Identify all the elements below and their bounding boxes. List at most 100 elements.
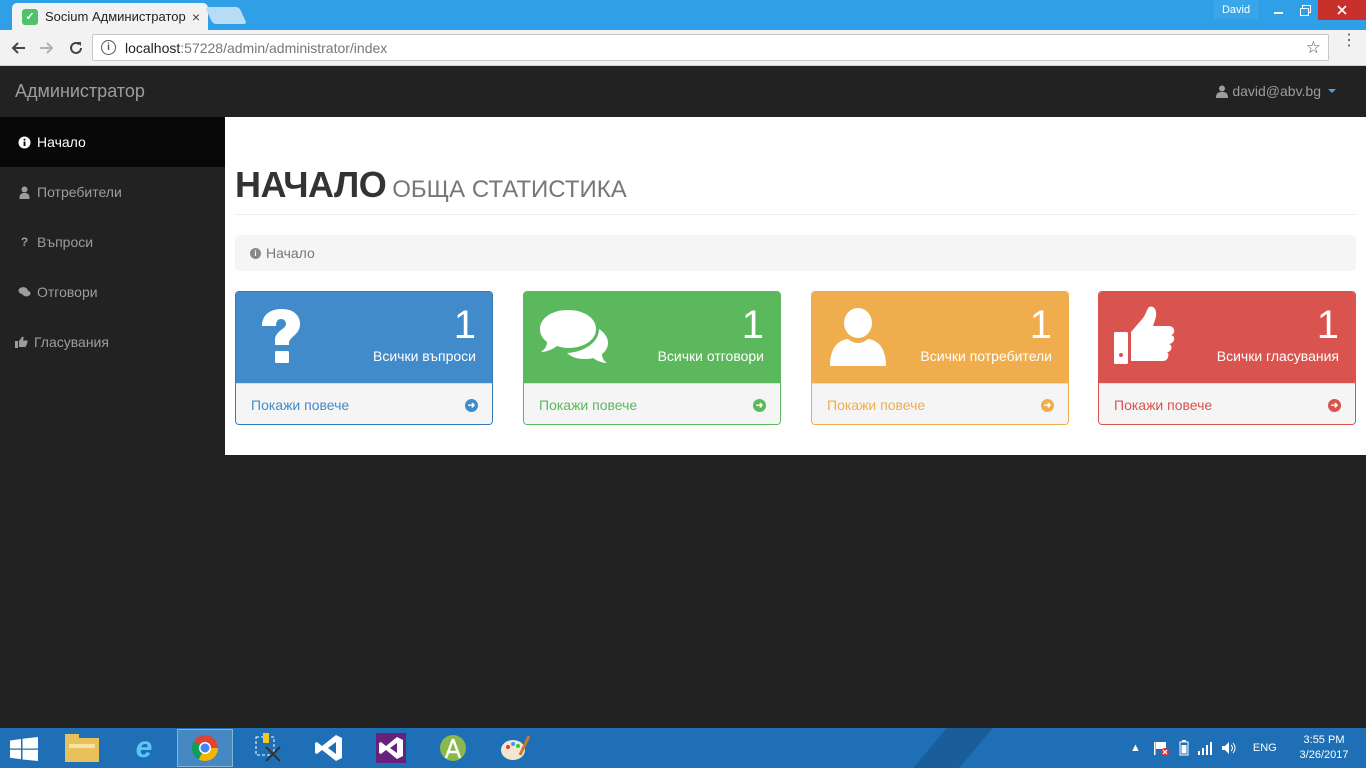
sidebar-item-answers[interactable]: Отговори bbox=[0, 267, 225, 317]
browser-tab[interactable]: ✓ Socium Администратор × bbox=[12, 3, 208, 30]
question-icon: ? bbox=[20, 235, 29, 249]
sidebar-item-users[interactable]: Потребители bbox=[0, 167, 225, 217]
panel-heading: 1 Всички гласувания bbox=[1099, 292, 1355, 383]
app-navbar: Администратор david@abv.bg bbox=[0, 66, 1366, 117]
taskbar-vscode[interactable] bbox=[301, 729, 357, 767]
show-more-label: Покажи повече bbox=[827, 397, 926, 413]
reload-button[interactable] bbox=[65, 37, 87, 59]
restore-icon bbox=[1299, 4, 1311, 16]
minimize-button[interactable] bbox=[1266, 0, 1292, 20]
maximize-button[interactable] bbox=[1292, 0, 1318, 20]
show-more-label: Покажи повече bbox=[539, 397, 638, 413]
taskbar-internet-explorer[interactable]: e bbox=[116, 729, 172, 767]
close-window-button[interactable] bbox=[1318, 0, 1366, 20]
panel-heading: 1 Всички потребители bbox=[812, 292, 1068, 383]
browser-menu-icon[interactable]: ⋮ bbox=[1341, 33, 1357, 49]
windows-taskbar: e ▲ ENG 3:55 PM 3/26/2017 bbox=[0, 728, 1366, 768]
info-circle-icon: i bbox=[250, 247, 261, 259]
user-dropdown[interactable]: david@abv.bg bbox=[1216, 83, 1336, 99]
brand-title[interactable]: Администратор bbox=[15, 81, 145, 102]
taskbar-decoration bbox=[913, 728, 993, 768]
show-more-link[interactable]: Покажи повече ➜ bbox=[524, 383, 780, 424]
arrow-right-circle-icon: ➜ bbox=[1041, 398, 1054, 412]
taskbar-file-explorer[interactable] bbox=[54, 729, 110, 767]
thumbs-up-icon bbox=[1114, 306, 1175, 364]
close-icon bbox=[1337, 5, 1347, 15]
tab-close-icon[interactable]: × bbox=[192, 9, 200, 25]
user-icon bbox=[1216, 85, 1229, 98]
arrow-right-circle-icon: ➜ bbox=[465, 398, 478, 412]
browser-profile-chip[interactable]: David bbox=[1214, 0, 1258, 19]
breadcrumb-item[interactable]: Начало bbox=[266, 245, 315, 261]
clock-time: 3:55 PM bbox=[1303, 734, 1345, 746]
caret-down-icon bbox=[1328, 89, 1336, 93]
panel-label: Всички гласувания bbox=[1216, 348, 1339, 364]
thumbs-up-icon bbox=[15, 336, 28, 348]
tray-overflow-icon[interactable]: ▲ bbox=[1130, 742, 1141, 754]
taskbar-snipping-tool[interactable] bbox=[239, 729, 295, 767]
action-center-flag-icon[interactable] bbox=[1153, 740, 1169, 756]
site-info-icon[interactable]: i bbox=[101, 40, 116, 55]
arrow-right-circle-icon: ➜ bbox=[753, 398, 766, 412]
sidebar-item-label: Начало bbox=[37, 134, 86, 150]
show-more-label: Покажи повече bbox=[251, 397, 350, 413]
taskbar-paint[interactable] bbox=[487, 729, 543, 767]
user-icon bbox=[830, 308, 886, 366]
comments-icon bbox=[540, 310, 608, 363]
taskbar-android-studio[interactable] bbox=[425, 729, 481, 767]
battery-icon[interactable] bbox=[1179, 740, 1189, 756]
stat-panel-users: 1 Всички потребители Покажи повече ➜ bbox=[811, 291, 1069, 425]
windows-start-icon[interactable] bbox=[10, 737, 38, 761]
panel-label: Всички потребители bbox=[920, 348, 1052, 364]
panel-count: 1 bbox=[1029, 303, 1052, 347]
language-indicator[interactable]: ENG bbox=[1253, 742, 1277, 754]
panel-heading: 1 Всички въпроси bbox=[236, 292, 492, 383]
new-tab-button[interactable] bbox=[205, 7, 247, 24]
page-header: НАЧАЛО ОБЩА СТАТИСТИКА bbox=[235, 164, 1356, 215]
comments-icon bbox=[18, 287, 31, 297]
user-email: david@abv.bg bbox=[1232, 83, 1321, 99]
ie-icon: e bbox=[135, 731, 153, 764]
address-bar[interactable]: i localhost:57228/admin/administrator/in… bbox=[92, 34, 1329, 61]
show-more-link[interactable]: Покажи повече ➜ bbox=[236, 383, 492, 424]
main-content: НАЧАЛО ОБЩА СТАТИСТИКА i Начало 1 Всички … bbox=[225, 117, 1366, 455]
show-more-link[interactable]: Покажи повече ➜ bbox=[1099, 383, 1355, 424]
sidebar-item-votes[interactable]: Гласувания bbox=[0, 317, 225, 367]
browser-toolbar: i localhost:57228/admin/administrator/in… bbox=[0, 30, 1366, 66]
taskbar-chrome[interactable] bbox=[177, 729, 233, 767]
sidebar-item-label: Потребители bbox=[37, 184, 122, 200]
page-subtitle: ОБЩА СТАТИСТИКА bbox=[392, 176, 627, 203]
signal-icon[interactable] bbox=[1197, 741, 1213, 755]
taskbar-clock[interactable]: 3:55 PM 3/26/2017 bbox=[1292, 733, 1356, 763]
panel-heading: 1 Всички отговори bbox=[524, 292, 780, 383]
panel-label: Всички въпроси bbox=[373, 348, 476, 364]
sidebar-item-label: Гласувания bbox=[34, 334, 109, 350]
info-circle-icon bbox=[18, 136, 31, 148]
url-host: localhost bbox=[125, 39, 181, 56]
favicon-icon: ✓ bbox=[22, 8, 38, 25]
system-tray: ▲ ENG bbox=[1130, 728, 1289, 768]
panel-count: 1 bbox=[741, 303, 764, 347]
user-icon bbox=[19, 186, 30, 199]
sidebar-item-label: Отговори bbox=[37, 284, 98, 300]
show-more-link[interactable]: Покажи повече ➜ bbox=[812, 383, 1068, 424]
page-title: НАЧАЛО bbox=[235, 164, 387, 205]
breadcrumb: i Начало bbox=[235, 235, 1356, 271]
scissors-icon bbox=[255, 733, 281, 762]
back-button[interactable] bbox=[7, 37, 29, 59]
sidebar-item-home[interactable]: Начало bbox=[0, 117, 225, 167]
chrome-icon bbox=[191, 735, 219, 762]
folder-icon bbox=[65, 734, 99, 762]
url-path: :57228/admin/administrator/index bbox=[180, 39, 388, 56]
sidebar-item-questions[interactable]: ? Въпроси bbox=[0, 217, 225, 267]
reload-icon bbox=[70, 41, 82, 54]
taskbar-visual-studio[interactable] bbox=[363, 729, 419, 767]
arrow-right-circle-icon: ➜ bbox=[1328, 398, 1341, 412]
clock-date: 3/26/2017 bbox=[1299, 749, 1349, 761]
android-studio-icon bbox=[440, 735, 466, 761]
bookmark-star-icon[interactable]: ☆ bbox=[1306, 38, 1321, 58]
volume-icon[interactable] bbox=[1221, 741, 1237, 755]
forward-button[interactable] bbox=[36, 37, 58, 59]
stat-panel-questions: 1 Всички въпроси Покажи повече ➜ bbox=[235, 291, 493, 425]
vscode-icon bbox=[315, 735, 342, 761]
